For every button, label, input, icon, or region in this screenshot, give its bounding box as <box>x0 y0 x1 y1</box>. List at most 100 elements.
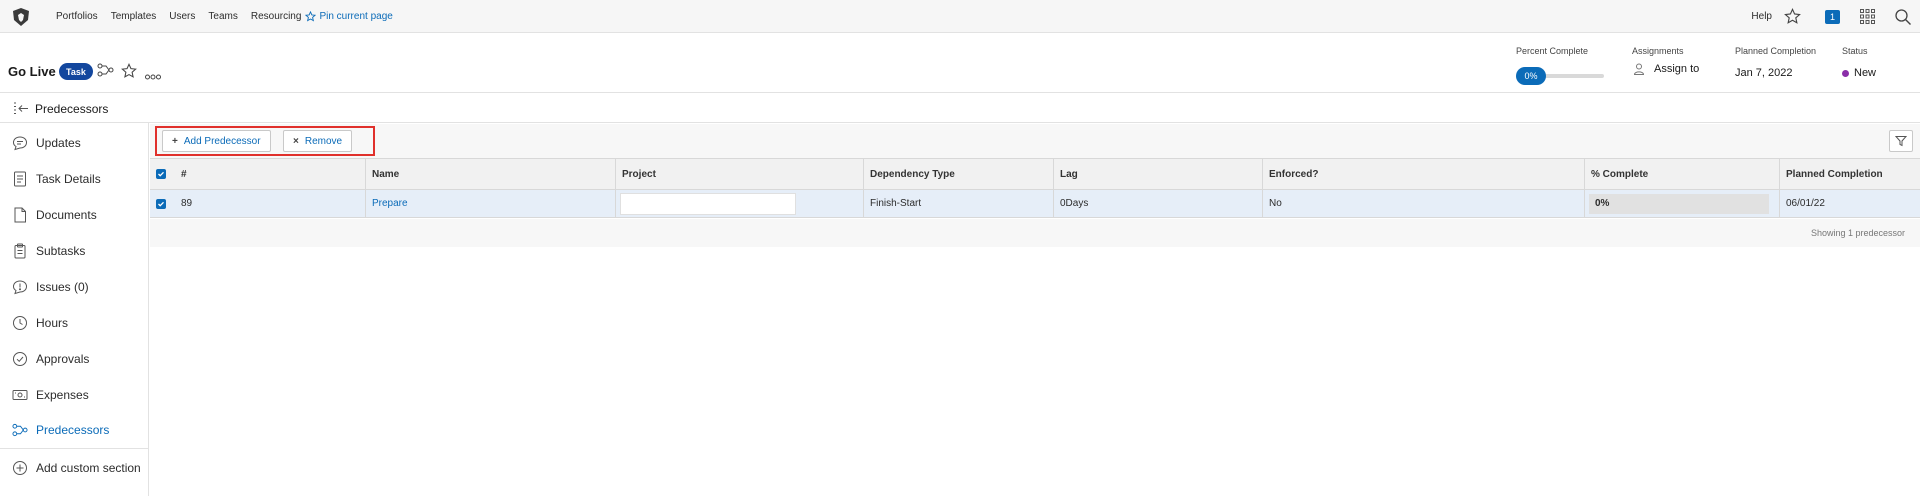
search-icon[interactable] <box>1894 8 1912 26</box>
sidebar-item-hours[interactable]: Hours <box>0 308 148 338</box>
status-field[interactable]: Status New <box>1842 46 1876 79</box>
nav-teams[interactable]: Teams <box>208 11 237 22</box>
workfront-logo-icon[interactable] <box>10 6 32 28</box>
collapse-sidebar-icon[interactable] <box>13 102 29 120</box>
sidebar-item-label: Hours <box>36 316 69 330</box>
planned-completion-field[interactable]: Planned Completion Jan 7, 2022 <box>1735 46 1816 79</box>
filter-button[interactable] <box>1889 130 1913 152</box>
column-header-enforced[interactable]: Enforced? <box>1262 159 1584 189</box>
sidebar-divider <box>0 448 148 449</box>
status-value: New <box>1854 67 1877 79</box>
percent-complete-slider[interactable]: 0% <box>1516 67 1604 85</box>
remove-label: Remove <box>304 135 343 147</box>
select-all-checkbox[interactable] <box>156 169 166 179</box>
planned-completion-label: Planned Completion <box>1735 46 1817 56</box>
status-label: Status <box>1842 46 1868 56</box>
sidebar-item-subtasks[interactable]: Subtasks <box>0 236 148 266</box>
row-lag[interactable]: 0Days <box>1053 190 1262 217</box>
favorite-star-icon[interactable] <box>121 63 137 84</box>
row-count-text: Showing 1 predecessor <box>1810 228 1905 238</box>
list-toolbar: + Add Predecessor × Remove <box>150 124 1920 158</box>
column-header-lag[interactable]: Lag <box>1053 159 1262 189</box>
money-icon <box>12 387 28 403</box>
sidebar-item-approvals[interactable]: Approvals <box>0 344 148 374</box>
remove-button[interactable]: × Remove <box>283 130 353 152</box>
column-header-name[interactable]: Name <box>365 159 615 189</box>
add-predecessor-label: Add Predecessor <box>183 135 261 147</box>
nav-users[interactable]: Users <box>169 11 195 22</box>
sidebar-item-task-details[interactable]: Task Details <box>0 164 148 194</box>
assign-to-link[interactable]: Assign to <box>1654 63 1699 75</box>
sidebar-item-updates[interactable]: Updates <box>0 128 148 158</box>
column-header-dependency-type[interactable]: Dependency Type <box>863 159 1053 189</box>
add-predecessor-button[interactable]: + Add Predecessor <box>162 130 271 152</box>
top-navigation-bar: Portfolios Templates Users Teams Resourc… <box>0 0 1920 33</box>
row-project-field[interactable] <box>620 193 796 215</box>
chat-bubble-icon <box>12 135 28 151</box>
pin-current-page-link[interactable]: Pin current page <box>305 11 405 22</box>
sidebar-item-label: Predecessors <box>36 423 110 437</box>
document-icon <box>12 207 28 223</box>
column-header-planned-completion[interactable]: Planned Completion <box>1779 159 1920 189</box>
sidebar-item-label: Task Details <box>36 172 101 186</box>
nav-resourcing[interactable]: Resourcing <box>251 11 302 22</box>
favorites-star-icon[interactable] <box>1784 8 1801 25</box>
document-lines-icon <box>12 171 28 187</box>
row-name-link[interactable]: Prepare <box>365 190 615 217</box>
percent-complete-label: Percent Complete <box>1516 46 1589 56</box>
sidebar-item-predecessors[interactable]: Predecessors <box>0 415 148 445</box>
row-planned-completion: 06/01/22 <box>1779 190 1920 217</box>
filter-icon <box>1895 136 1907 147</box>
planned-completion-value: Jan 7, 2022 <box>1735 67 1793 79</box>
dependency-icon[interactable] <box>97 63 114 82</box>
column-header-project[interactable]: Project <box>615 159 863 189</box>
app-grid-icon[interactable] <box>1860 9 1875 24</box>
sidebar-item-label: Updates <box>36 136 81 150</box>
column-header-percent-complete[interactable]: % Complete <box>1584 159 1779 189</box>
column-header-number[interactable]: # <box>175 159 365 189</box>
row-percent-complete-cell: 0% <box>1584 190 1779 217</box>
row-project-cell[interactable] <box>615 190 863 217</box>
assignments-field[interactable]: Assignments Assign to <box>1632 46 1699 76</box>
section-title: Predecessors <box>35 102 109 116</box>
check-circle-icon <box>12 351 28 367</box>
percent-complete-field[interactable]: Percent Complete 0% <box>1516 46 1604 85</box>
object-type-badge: Task <box>59 63 93 80</box>
object-header: Go Live Task Percent Complete 0% Assignm… <box>0 34 1920 93</box>
table-row[interactable]: 89 Prepare Finish-Start 0Days No 0% 06/0… <box>150 190 1920 218</box>
pin-star-icon <box>305 11 317 22</box>
sidebar-item-label: Documents <box>36 208 97 222</box>
nav-templates[interactable]: Templates <box>111 11 157 22</box>
section-header: Predecessors <box>0 94 1920 123</box>
more-options-icon[interactable] <box>145 67 161 85</box>
row-dependency-type[interactable]: Finish-Start <box>863 190 1053 217</box>
add-custom-section-button[interactable]: Add custom section <box>0 453 148 483</box>
issue-icon <box>12 279 28 295</box>
sidebar-item-expenses[interactable]: Expenses <box>0 380 148 410</box>
sidebar-item-label: Approvals <box>36 352 90 366</box>
nav-portfolios[interactable]: Portfolios <box>56 11 98 22</box>
notification-badge[interactable]: 1 <box>1825 9 1840 24</box>
sidebar-item-label: Subtasks <box>36 244 86 258</box>
sidebar-item-documents[interactable]: Documents <box>0 200 148 230</box>
plus-circle-icon <box>12 460 28 476</box>
left-sidebar: Updates Task Details Documents Subtasks … <box>0 123 149 496</box>
row-checkbox[interactable] <box>156 198 166 209</box>
row-enforced[interactable]: No <box>1262 190 1584 217</box>
help-link[interactable]: Help <box>1751 11 1772 22</box>
sidebar-item-label: Expenses <box>36 388 89 402</box>
table-footer: Showing 1 predecessor <box>150 219 1920 247</box>
close-icon: × <box>293 135 299 147</box>
pin-label: Pin current page <box>319 11 393 22</box>
clock-icon <box>12 315 28 331</box>
table-header-row: # Name Project Dependency Type Lag Enfor… <box>150 158 1920 190</box>
predecessor-icon <box>12 422 28 438</box>
page-title: Go Live <box>8 64 56 79</box>
sidebar-item-label: Issues (0) <box>36 280 89 294</box>
plus-icon: + <box>172 135 178 147</box>
add-custom-section-label: Add custom section <box>36 461 141 475</box>
sidebar-item-issues[interactable]: Issues (0) <box>0 272 148 302</box>
status-dot <box>1842 69 1849 77</box>
row-percent-complete: 0% <box>1589 193 1769 214</box>
row-number: 89 <box>181 198 193 209</box>
